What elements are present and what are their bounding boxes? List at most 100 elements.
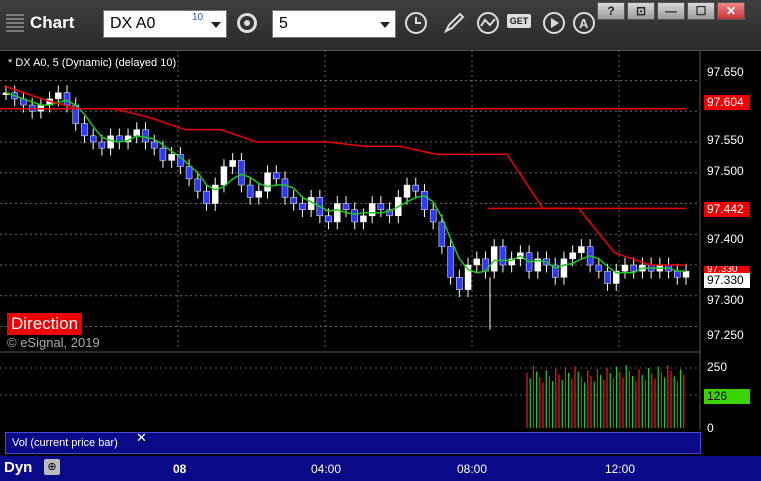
candle-body — [89, 135, 97, 143]
interval-input[interactable]: 5 — [272, 10, 396, 38]
candle-body — [281, 178, 289, 198]
series-line-green — [5, 92, 686, 274]
candle-body — [55, 92, 62, 100]
volume-tick: 0 — [707, 421, 714, 435]
close-study-icon[interactable]: ✕ — [136, 430, 147, 446]
candle-body — [194, 178, 202, 192]
volume-tag: 126 — [704, 389, 750, 404]
drag-grip-icon[interactable] — [6, 14, 24, 34]
candle-body — [674, 270, 681, 278]
volume-tick: 250 — [707, 360, 728, 374]
window-title: Chart — [30, 13, 75, 32]
candle-body — [377, 203, 385, 210]
candle-body — [569, 252, 576, 260]
candle-body — [412, 184, 419, 192]
symbol-input[interactable]: DX A0 10 — [103, 10, 227, 38]
price-tag-upper: 97.604 — [704, 95, 750, 110]
candle-body — [325, 215, 332, 223]
time-tick: 04:00 — [311, 462, 342, 476]
chart-legend: * DX A0, 5 (Dynamic) (delayed 10) — [8, 57, 177, 69]
price-tick: 97.400 — [707, 232, 744, 246]
candle-body — [438, 221, 446, 247]
candle-body — [299, 203, 306, 210]
get-icon[interactable]: GET — [507, 14, 531, 28]
candle-body — [682, 270, 690, 278]
candle-body — [360, 215, 367, 223]
restore-link-button[interactable]: ⊡ — [627, 2, 655, 20]
price-tag-lower: 97.442 — [704, 202, 750, 217]
candle-body — [107, 135, 114, 149]
price-tick: 97.550 — [707, 133, 744, 147]
time-axis-bar: Dyn ⊕ — [0, 456, 761, 481]
clock-icon[interactable] — [402, 10, 430, 38]
dynamic-mode-label[interactable]: Dyn — [4, 459, 32, 476]
title-bar: Chart DX A0 10 5 GET A ? ⊡ — ☐ ✕ — [0, 0, 761, 51]
candle-body — [429, 209, 437, 223]
candle-body — [220, 166, 228, 186]
candle-body — [150, 141, 158, 149]
copyright-text: © eSignal, 2019 — [7, 335, 100, 350]
candle-body — [63, 92, 71, 106]
candle-body — [621, 264, 629, 272]
price-tag-last: 97.330 — [704, 273, 750, 288]
pencil-icon[interactable] — [440, 10, 468, 38]
chevron-down-icon[interactable] — [211, 22, 221, 28]
candle-body — [290, 197, 297, 204]
close-button[interactable]: ✕ — [717, 2, 745, 20]
candle-body — [447, 246, 454, 278]
candle-body — [238, 160, 245, 186]
candle-body — [630, 264, 637, 272]
candle-body — [185, 166, 193, 180]
candle-body — [560, 258, 568, 278]
candle-body — [159, 147, 167, 161]
price-tick: 97.650 — [707, 65, 744, 79]
candle-body — [421, 190, 428, 210]
candle-body — [81, 123, 88, 137]
candle-body — [255, 190, 263, 198]
candle-body — [168, 154, 175, 161]
delay-badge: 10 — [192, 12, 204, 23]
symbol-value: DX A0 — [110, 15, 156, 32]
gear-icon[interactable] — [233, 10, 261, 38]
candle-body — [490, 246, 498, 272]
candle-body — [578, 246, 585, 253]
price-tick: 97.300 — [707, 293, 744, 307]
series-line-red — [5, 85, 686, 266]
help-button[interactable]: ? — [597, 2, 625, 20]
candle-body — [342, 203, 350, 210]
candle-body — [403, 184, 411, 198]
candle-body — [229, 160, 236, 167]
svg-text:A: A — [579, 16, 589, 31]
maximize-button[interactable]: ☐ — [687, 2, 715, 20]
candle-body — [604, 270, 611, 284]
time-tick: 12:00 — [605, 462, 636, 476]
price-tick: 97.500 — [707, 164, 744, 178]
volume-study-bar: Vol (current price bar) ✕ — [5, 430, 701, 454]
lock-icon[interactable]: ⊕ — [44, 459, 60, 475]
time-tick: 08:00 — [457, 462, 488, 476]
candle-body — [246, 184, 254, 198]
candle-body — [273, 172, 280, 180]
price-chart[interactable] — [0, 50, 761, 456]
chevron-down-icon[interactable] — [380, 22, 390, 28]
candle-body — [499, 246, 507, 266]
candle-body — [351, 209, 358, 223]
candle-body — [142, 129, 149, 143]
play-icon[interactable] — [540, 10, 568, 38]
candle-body — [334, 203, 341, 223]
candle-body — [203, 190, 210, 204]
candle-body — [133, 129, 141, 137]
study-icon[interactable] — [474, 10, 502, 38]
direction-label: Direction — [7, 313, 83, 335]
alert-icon[interactable]: A — [570, 10, 598, 38]
candle-body — [595, 264, 603, 272]
candle-body — [368, 203, 376, 217]
price-tick: 97.250 — [707, 328, 744, 342]
candle-body — [456, 277, 463, 290]
candle-body — [98, 141, 106, 149]
interval-value: 5 — [279, 15, 288, 32]
candle-body — [473, 258, 481, 266]
minimize-button[interactable]: — — [657, 2, 685, 20]
volume-study-label: Vol (current price bar) — [12, 437, 118, 449]
candle-body — [264, 172, 271, 192]
